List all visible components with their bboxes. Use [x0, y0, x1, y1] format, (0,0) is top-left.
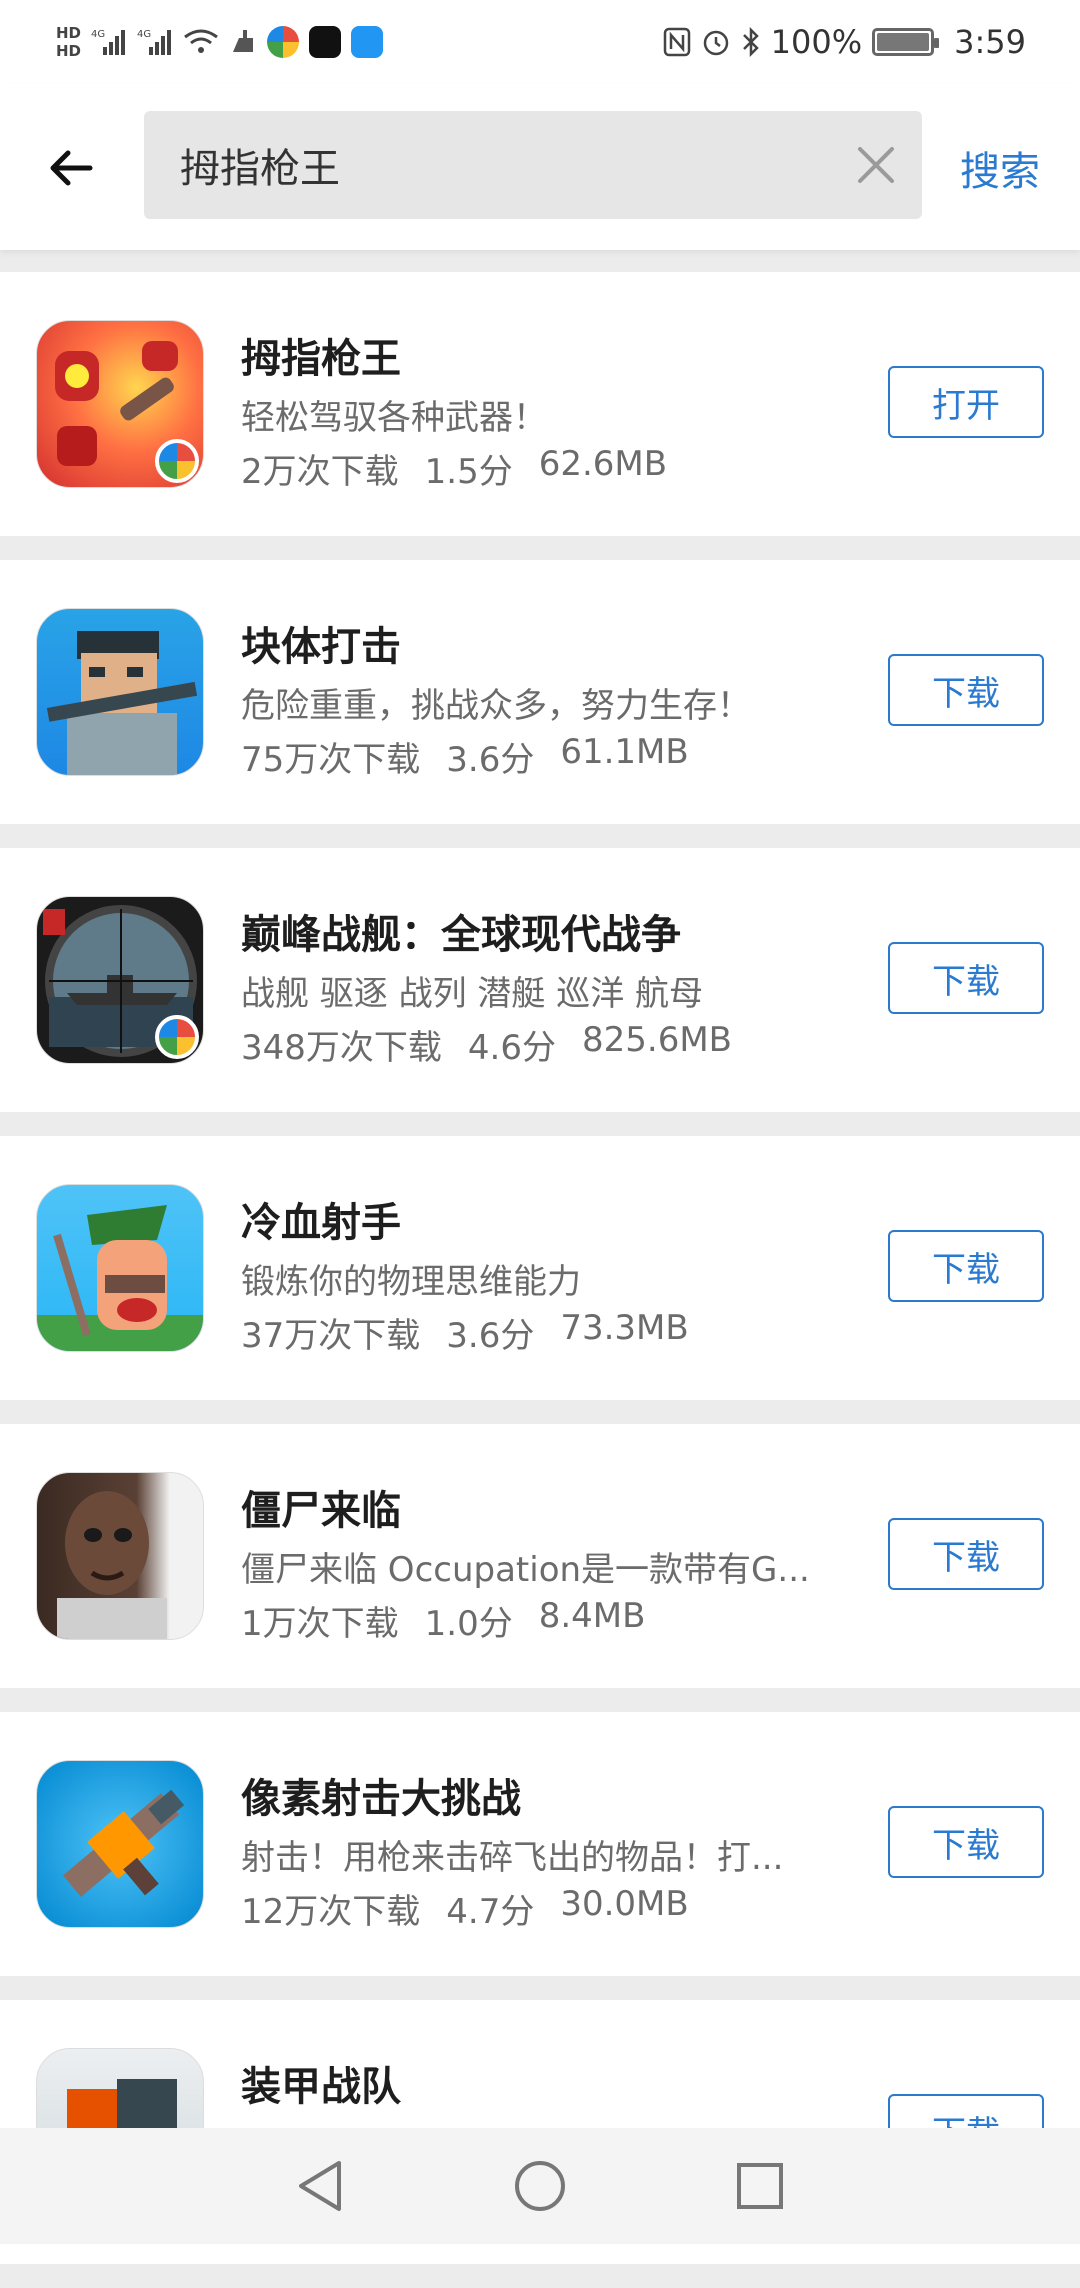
app-meta: 1万次下载 1.0分 8.4MB — [241, 1596, 645, 1645]
nav-home-button[interactable] — [510, 2156, 570, 2216]
battery-icon — [872, 28, 940, 56]
list-item[interactable]: 冷血射手 锻炼你的物理思维能力 37万次下载 3.6分 73.3MB 下载 — [0, 1136, 1080, 1400]
warship-icon — [36, 896, 204, 1064]
app-downloads: 2万次下载 — [241, 452, 399, 492]
circle-home-icon — [515, 2161, 565, 2211]
nav-back-button[interactable] — [290, 2156, 350, 2216]
download-button[interactable]: 下载 — [888, 654, 1044, 726]
app-rating: 3.6分 — [446, 1316, 535, 1356]
search-query: 拇指枪王 — [180, 146, 340, 192]
clear-search-button[interactable] — [856, 145, 896, 185]
app-name: 冷血射手 — [241, 1200, 401, 1246]
signal-icon-2: 4G — [137, 27, 173, 57]
download-button[interactable]: 下载 — [888, 942, 1044, 1014]
app-size: 825.6MB — [581, 1020, 732, 1060]
app-meta: 2万次下载 1.5分 62.6MB — [241, 444, 667, 493]
app-name: 僵尸来临 — [241, 1488, 401, 1534]
search-input[interactable]: 拇指枪王 — [144, 111, 922, 219]
status-right: 100% 3:59 — [663, 23, 1026, 61]
net1-label: 4G — [91, 29, 105, 40]
app-downloads: 75万次下载 — [241, 740, 421, 780]
app-name: 拇指枪王 — [241, 336, 401, 382]
back-arrow-icon — [50, 150, 93, 186]
triangle-back-icon — [299, 2161, 341, 2211]
search-header: 拇指枪王 搜索 — [0, 84, 1080, 250]
tiktok-icon — [309, 26, 342, 58]
archer-icon — [36, 1184, 204, 1352]
cleaner-icon — [229, 28, 257, 56]
hd2-label: HD — [56, 42, 82, 60]
alarm-icon — [701, 27, 731, 57]
app-size: 61.1MB — [560, 732, 689, 772]
app-description: 锻炼你的物理思维能力 — [241, 1262, 581, 1302]
app-name: 像素射击大挑战 — [241, 1776, 521, 1822]
app-rating: 1.0分 — [424, 1604, 513, 1644]
nfc-icon — [663, 27, 691, 57]
app-name: 巅峰战舰：全球现代战争 — [241, 912, 681, 958]
thumb-gun-king-icon — [36, 320, 204, 488]
system-nav-bar — [0, 2128, 1080, 2244]
message-app-icon — [351, 26, 384, 58]
game-center-badge — [155, 439, 199, 483]
bluetooth-icon — [741, 27, 761, 57]
app-meta: 12万次下载 4.7分 30.0MB — [241, 1884, 689, 1933]
app-downloads: 12万次下载 — [241, 1892, 421, 1932]
download-button[interactable]: 下载 — [888, 1518, 1044, 1590]
open-button[interactable]: 打开 — [888, 366, 1044, 438]
app-description: 射击！用枪来击碎飞出的物品！打... — [241, 1838, 784, 1878]
clock: 3:59 — [954, 23, 1026, 61]
app-rating: 1.5分 — [424, 452, 513, 492]
app-name: 块体打击 — [241, 624, 401, 670]
wifi-icon — [183, 27, 219, 57]
app-size: 8.4MB — [538, 1596, 646, 1636]
hd-indicator: HD HD — [56, 24, 81, 60]
app-rating: 3.6分 — [446, 740, 535, 780]
app-downloads: 1万次下载 — [241, 1604, 399, 1644]
app-description: 战舰 驱逐 战列 潜艇 巡洋 航母 — [241, 974, 704, 1014]
list-item[interactable]: 块体打击 危险重重，挑战众多，努力生存！ 75万次下载 3.6分 61.1MB … — [0, 560, 1080, 824]
signal-icon-1: 4G — [91, 27, 127, 57]
app-size: 30.0MB — [560, 1884, 689, 1924]
app-rating: 4.7分 — [446, 1892, 535, 1932]
app-rating: 4.6分 — [467, 1028, 556, 1068]
app-size: 62.6MB — [538, 444, 668, 484]
app-meta: 348万次下载 4.6分 825.6MB — [241, 1020, 732, 1069]
close-icon — [858, 147, 894, 183]
app-description: 轻松驾驭各种武器！ — [241, 398, 547, 438]
list-item[interactable]: 像素射击大挑战 射击！用枪来击碎飞出的物品！打... 12万次下载 4.7分 3… — [0, 1712, 1080, 1976]
list-item[interactable]: 僵尸来临 僵尸来临 Occupation是一款带有G... 1万次下载 1.0分… — [0, 1424, 1080, 1688]
app-name: 装甲战队 — [241, 2064, 401, 2110]
list-item[interactable]: 巅峰战舰：全球现代战争 战舰 驱逐 战列 潜艇 巡洋 航母 348万次下载 4.… — [0, 848, 1080, 1112]
app-meta: 37万次下载 3.6分 73.3MB — [241, 1308, 689, 1357]
square-recents-icon — [737, 2163, 783, 2209]
game-center-badge — [155, 1015, 199, 1059]
battery-percent: 100% — [770, 23, 863, 61]
search-results-list: 拇指枪王 轻松驾驭各种武器！ 2万次下载 1.5分 62.6MB 打开 块体打击… — [0, 272, 1080, 2288]
app-description: 危险重重，挑战众多，努力生存！ — [241, 686, 751, 726]
app-description: 僵尸来临 Occupation是一款带有G... — [241, 1550, 810, 1590]
game-center-icon — [267, 26, 300, 58]
back-button[interactable] — [44, 140, 100, 196]
status-left: HD HD 4G 4G — [56, 24, 384, 60]
nav-recents-button[interactable] — [730, 2156, 790, 2216]
block-strike-icon — [36, 608, 204, 776]
zombie-icon — [36, 1472, 204, 1640]
search-button[interactable]: 搜索 — [960, 139, 1040, 197]
app-size: 73.3MB — [560, 1308, 689, 1348]
net2-label: 4G — [137, 29, 151, 40]
download-button[interactable]: 下载 — [888, 1230, 1044, 1302]
pixel-gun-icon — [36, 1760, 204, 1928]
app-downloads: 37万次下载 — [241, 1316, 421, 1356]
download-button[interactable]: 下载 — [888, 1806, 1044, 1878]
status-bar: HD HD 4G 4G 100% 3:59 — [0, 0, 1080, 84]
list-item[interactable]: 拇指枪王 轻松驾驭各种武器！ 2万次下载 1.5分 62.6MB 打开 — [0, 272, 1080, 536]
hd1-label: HD — [56, 24, 82, 42]
app-meta: 75万次下载 3.6分 61.1MB — [241, 732, 689, 781]
app-downloads: 348万次下载 — [241, 1028, 442, 1068]
